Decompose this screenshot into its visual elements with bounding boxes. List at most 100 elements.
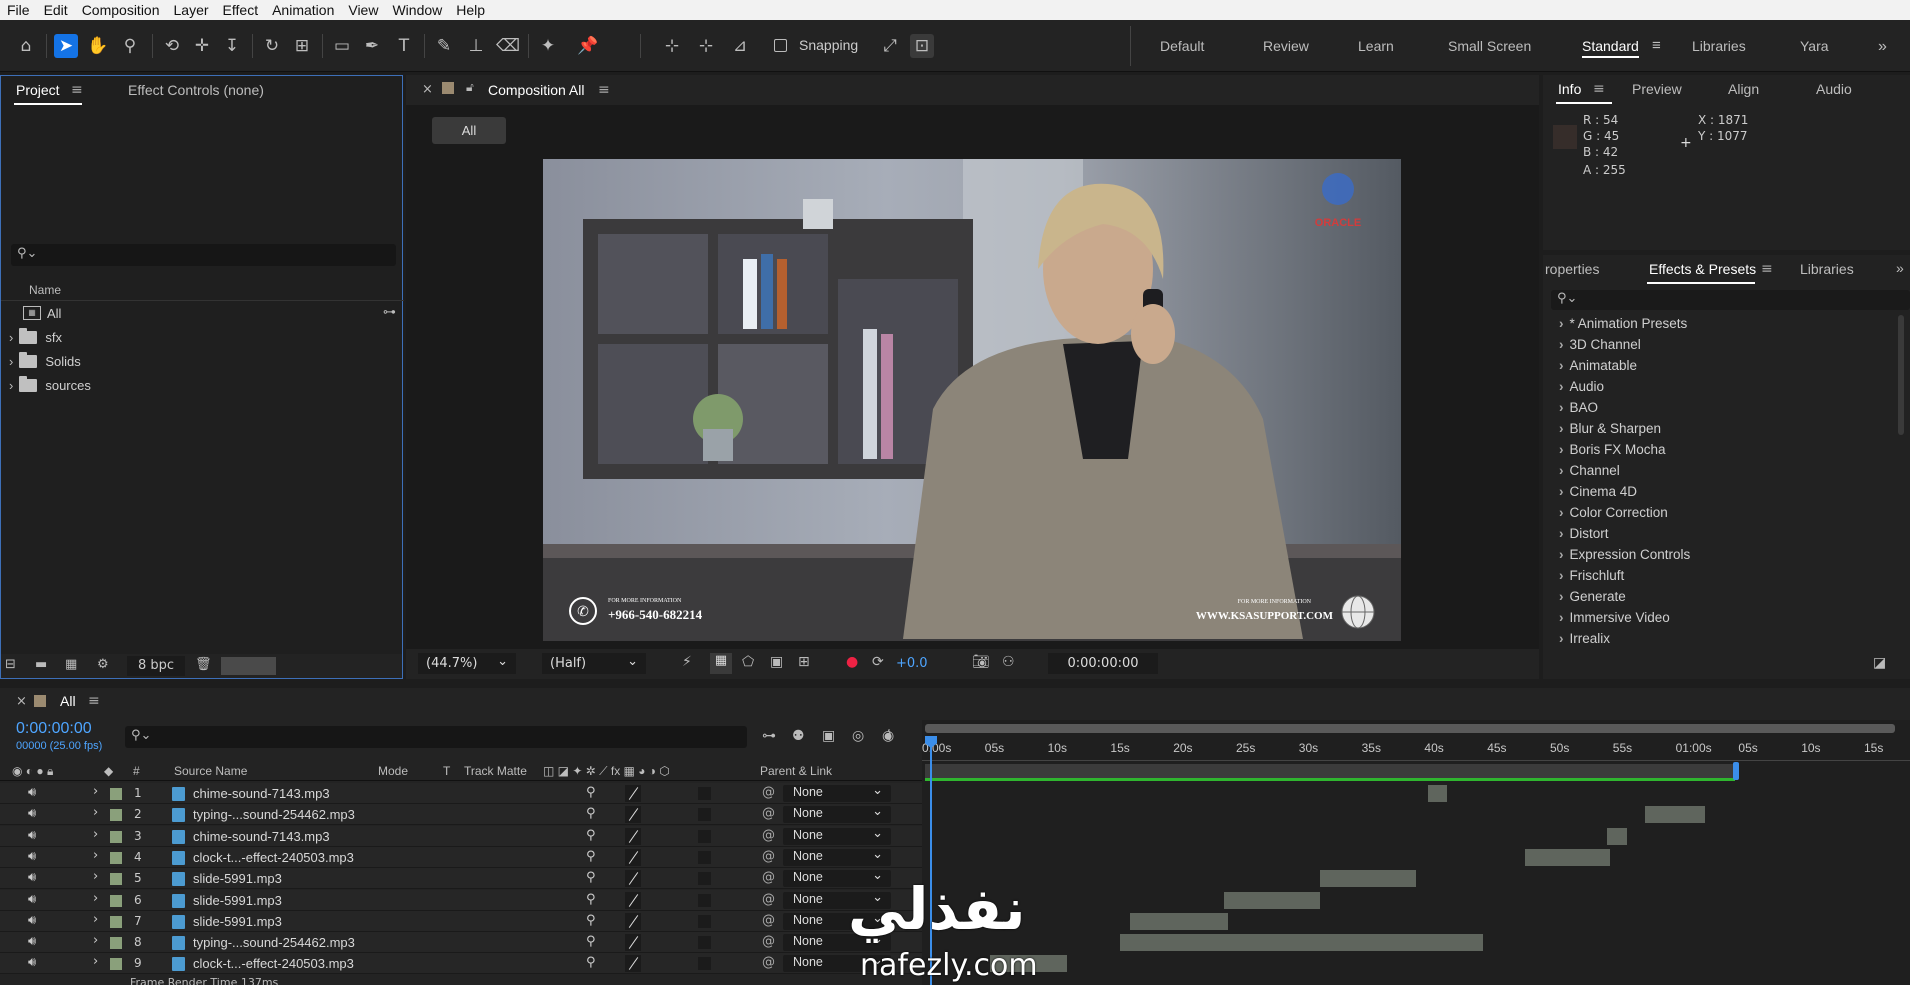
world-axis-icon[interactable]: ⊹ — [694, 34, 718, 58]
quality-switch[interactable] — [625, 785, 641, 802]
audio-speaker-icon[interactable]: 🔊︎ — [28, 806, 36, 821]
layer-source-name[interactable]: slide-5991.mp3 — [193, 871, 282, 886]
pick-whip-icon[interactable]: @ — [762, 955, 775, 970]
tab-properties[interactable]: roperties — [1545, 261, 1599, 277]
effect-switch[interactable] — [698, 957, 711, 971]
layer-row[interactable]: 🔊︎ › 7 slide-5991.mp3 ⚲ @ None — [0, 910, 922, 932]
composition-viewer[interactable]: ORACLE ✆ FOR MORE INFORMATION +966-540-6… — [543, 159, 1401, 641]
label-color-swatch[interactable] — [110, 937, 122, 950]
expand-arrow-icon[interactable]: › — [93, 805, 98, 820]
expand-arrow-icon[interactable]: › — [93, 784, 98, 799]
more-panels-icon[interactable]: » — [1896, 260, 1904, 276]
rotation-tool-icon[interactable]: ↻ — [260, 34, 284, 58]
menu-edit[interactable]: Edit — [37, 2, 75, 18]
project-item-sources[interactable]: › sources — [9, 374, 91, 396]
audio-speaker-icon[interactable]: 🔊︎ — [28, 913, 36, 928]
effects-item-color-correction[interactable]: Color Correction — [1559, 505, 1668, 520]
pick-whip-icon[interactable]: @ — [762, 870, 775, 885]
quality-switch[interactable] — [625, 806, 641, 824]
exposure-value[interactable]: +0.0 — [896, 656, 928, 671]
menu-animation[interactable]: Animation — [265, 2, 341, 18]
flowchart-icon[interactable]: ⊶ — [383, 305, 396, 320]
tab-composition[interactable]: Composition All — [488, 82, 585, 98]
fast-previews-icon[interactable]: ⚡ — [682, 654, 692, 670]
layer-source-name[interactable]: typing-...sound-254462.mp3 — [193, 807, 355, 822]
expand-arrow-icon[interactable]: › — [9, 378, 13, 393]
label-color-swatch[interactable] — [110, 915, 122, 928]
quality-switch[interactable] — [625, 827, 641, 845]
col-number-header[interactable]: # — [133, 764, 140, 778]
orbit-camera-icon[interactable]: ⟲ — [160, 34, 184, 58]
col-t-header[interactable]: T — [443, 764, 450, 778]
effects-item-channel[interactable]: Channel — [1559, 463, 1620, 478]
expand-arrow-icon[interactable]: › — [9, 354, 13, 369]
pick-whip-icon[interactable]: @ — [762, 849, 775, 864]
clone-stamp-tool-icon[interactable]: ⊥ — [464, 34, 488, 58]
work-area-bar[interactable] — [925, 764, 1735, 778]
type-tool-icon[interactable]: T — [392, 34, 416, 58]
timeline-search-input[interactable]: ⚲⌄ — [125, 726, 747, 748]
snap-edges-icon[interactable]: ⤢ — [878, 34, 902, 58]
close-tab-icon[interactable]: × — [422, 82, 433, 97]
workspace-standard[interactable]: Standard — [1582, 38, 1639, 58]
quality-switch[interactable] — [625, 934, 641, 952]
shy-switch-icon[interactable]: ⚲ — [586, 870, 596, 885]
layer-row[interactable]: 🔊︎ › 8 typing-...sound-254462.mp3 ⚲ @ None — [0, 931, 922, 954]
composition-menu-icon[interactable]: ≡ — [598, 82, 610, 98]
tab-timeline-all[interactable]: All — [60, 693, 76, 709]
layer-duration-bar[interactable] — [1120, 934, 1483, 952]
hand-tool-icon[interactable]: ✋ — [86, 34, 110, 58]
workspace-menu-icon[interactable]: ≡ — [1652, 37, 1661, 54]
effects-menu-icon[interactable]: ≡ — [1761, 261, 1773, 277]
workspace-yara[interactable]: Yara — [1800, 38, 1829, 54]
layer-source-name[interactable]: clock-t...-effect-240503.mp3 — [193, 850, 354, 865]
effect-switch[interactable] — [698, 787, 711, 800]
new-composition-icon[interactable]: ▦ — [65, 657, 77, 672]
snapshot-icon[interactable]: 📷︎ — [972, 654, 990, 670]
rectangle-tool-icon[interactable]: ▭ — [330, 34, 354, 58]
shy-switch-icon[interactable]: ⚲ — [586, 913, 596, 928]
col-mode-header[interactable]: Mode — [378, 764, 408, 778]
tab-align[interactable]: Align — [1728, 81, 1759, 97]
expand-arrow-icon[interactable]: › — [93, 848, 98, 863]
col-parent-link-header[interactable]: Parent & Link — [760, 764, 832, 778]
menu-composition[interactable]: Composition — [75, 2, 167, 18]
view-axis-icon[interactable]: ⊿ — [728, 34, 752, 58]
expand-arrow-icon[interactable]: › — [93, 954, 98, 969]
effect-switch[interactable] — [698, 914, 711, 928]
effects-item-bao[interactable]: BAO — [1559, 400, 1599, 415]
parent-dropdown[interactable]: None — [783, 782, 891, 802]
audio-speaker-icon[interactable]: 🔊︎ — [28, 892, 36, 907]
expand-arrow-icon[interactable]: › — [93, 933, 98, 948]
channel-icon[interactable]: ● — [846, 654, 858, 670]
new-folder-icon[interactable]: ▬ — [35, 657, 47, 672]
tab-audio[interactable]: Audio — [1816, 81, 1852, 97]
new-preset-icon[interactable]: ◪ — [1873, 655, 1886, 671]
pick-whip-icon[interactable]: @ — [762, 892, 775, 907]
quality-switch[interactable] — [625, 848, 641, 866]
label-color-swatch[interactable] — [110, 873, 122, 886]
quality-switch[interactable] — [625, 955, 641, 973]
layer-source-name[interactable]: slide-5991.mp3 — [193, 914, 282, 929]
col-track-matte-header[interactable]: Track Matte — [464, 764, 527, 778]
expand-arrow-icon[interactable]: › — [9, 330, 13, 345]
col-source-name-header[interactable]: Source Name — [174, 764, 247, 778]
layer-source-name[interactable]: chime-sound-7143.mp3 — [193, 829, 330, 844]
shy-switch-icon[interactable]: ⚲ — [586, 934, 596, 949]
parent-dropdown[interactable]: None — [783, 803, 891, 824]
current-time-display[interactable]: 0:00:00:00 — [1048, 653, 1158, 674]
pan-behind-tool-icon[interactable]: ⊞ — [290, 34, 314, 58]
label-color-swatch[interactable] — [110, 958, 122, 971]
label-color-swatch[interactable] — [110, 830, 122, 843]
expand-arrow-icon[interactable]: › — [93, 827, 98, 842]
layer-row[interactable]: 🔊︎ › 3 chime-sound-7143.mp3 ⚲ @ None — [0, 825, 922, 847]
region-of-interest-icon[interactable]: ▣ — [770, 654, 783, 670]
audio-speaker-icon[interactable]: 🔊︎ — [28, 849, 36, 864]
reset-exposure-icon[interactable]: ⟳ — [872, 654, 884, 670]
menu-view[interactable]: View — [341, 2, 385, 18]
parent-dropdown[interactable]: None — [783, 825, 891, 845]
eraser-tool-icon[interactable]: ⌫ — [496, 34, 520, 58]
hide-shy-layers-icon[interactable]: ▣ — [822, 728, 835, 744]
layer-duration-bar[interactable] — [1607, 827, 1627, 845]
effects-item-animatable[interactable]: Animatable — [1559, 358, 1638, 373]
